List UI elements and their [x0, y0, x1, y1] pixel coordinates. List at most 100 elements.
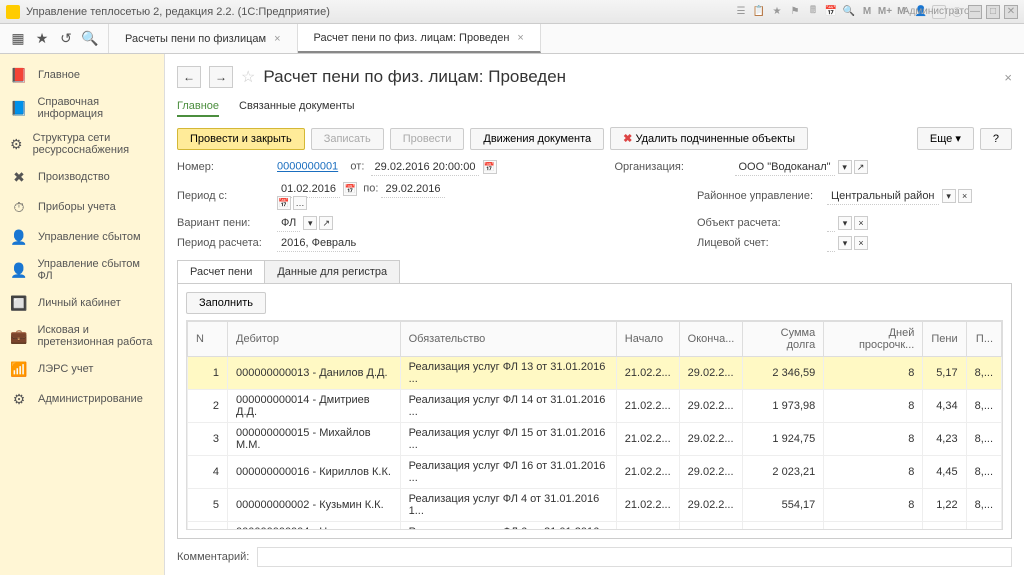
- district-field[interactable]: Центральный район: [827, 188, 939, 205]
- period-from-field[interactable]: 01.02.2016: [277, 181, 340, 198]
- table-cell: 1 869,30: [743, 522, 824, 531]
- search-icon[interactable]: 🔍: [78, 27, 102, 51]
- open-icon[interactable]: ↗: [319, 216, 333, 230]
- forward-button[interactable]: →: [209, 66, 233, 88]
- help-button[interactable]: ?: [980, 128, 1012, 150]
- column-header[interactable]: Пени: [923, 322, 966, 357]
- open-icon[interactable]: ↗: [854, 160, 868, 174]
- table-row[interactable]: 6000000000004 - Николаев Н.Н.Реализация …: [188, 522, 1002, 531]
- calc-period-label: Период расчета:: [177, 237, 267, 249]
- dropdown-icon[interactable]: ▾: [838, 160, 852, 174]
- mini-tab-calculation[interactable]: Расчет пени: [177, 260, 265, 283]
- column-header[interactable]: Дней просрочк...: [824, 322, 923, 357]
- table-row[interactable]: 5000000000002 - Кузьмин К.К.Реализация у…: [188, 489, 1002, 522]
- clear-icon[interactable]: ×: [854, 216, 868, 230]
- tool-icon[interactable]: ⚑: [788, 5, 802, 19]
- sidebar-item-network[interactable]: ⚙Структура сети ресурсоснабжения: [0, 126, 164, 162]
- table-cell: 21.02.2...: [616, 456, 679, 489]
- tab-calculation-doc[interactable]: Расчет пени по физ. лицам: Проведен ×: [298, 24, 541, 53]
- obj-label: Объект расчета:: [697, 217, 817, 229]
- column-header[interactable]: Начало: [616, 322, 679, 357]
- m-indicator[interactable]: M: [860, 5, 874, 19]
- tool-icon[interactable]: 🔍: [842, 5, 856, 19]
- save-button[interactable]: Записать: [311, 128, 384, 150]
- date-field[interactable]: 29.02.2016 20:00:00: [371, 159, 480, 176]
- user-label[interactable]: Администратор: [932, 5, 946, 19]
- dropdown-icon[interactable]: ▾: [838, 216, 852, 230]
- comment-input[interactable]: [257, 547, 1012, 567]
- table-row[interactable]: 1000000000013 - Данилов Д.Д.Реализация у…: [188, 357, 1002, 390]
- sidebar-item-sales[interactable]: 👤Управление сбытом: [0, 222, 164, 252]
- tool-icon[interactable]: ☰: [734, 5, 748, 19]
- column-header[interactable]: Обязательство: [400, 322, 616, 357]
- fill-button[interactable]: Заполнить: [186, 292, 266, 314]
- titlebar-tools: ☰ 📋 ★ ⚑ 🖩 📅 🔍 M M+ M- 👤 Администратор ⓘ …: [734, 5, 1018, 19]
- delete-subordinate-button[interactable]: ✖ Удалить подчиненные объекты: [610, 127, 808, 150]
- subtab-linked-docs[interactable]: Связанные документы: [239, 100, 355, 117]
- calendar-icon[interactable]: 📅: [277, 196, 291, 210]
- calendar-icon[interactable]: 📅: [483, 160, 497, 174]
- apps-icon[interactable]: ▦: [6, 27, 30, 51]
- close-icon[interactable]: ×: [517, 32, 523, 44]
- tool-icon[interactable]: 🖩: [806, 5, 820, 19]
- calc-period-field[interactable]: 2016, Февраль: [277, 235, 360, 252]
- column-header[interactable]: N: [188, 322, 228, 357]
- cabinet-icon: 🔲: [10, 294, 28, 312]
- button-label: Удалить подчиненные объекты: [635, 133, 795, 145]
- column-header[interactable]: П...: [966, 322, 1001, 357]
- close-icon[interactable]: ×: [1004, 70, 1012, 85]
- variant-field[interactable]: ФЛ: [277, 215, 300, 232]
- favorite-star-icon[interactable]: ☆: [241, 67, 255, 87]
- dropdown-icon[interactable]: ▾: [942, 189, 956, 203]
- column-header[interactable]: Дебитор: [228, 322, 401, 357]
- movements-button[interactable]: Движения документа: [470, 128, 604, 150]
- tool-icon[interactable]: ★: [770, 5, 784, 19]
- sidebar-item-meters[interactable]: ⏱Приборы учета: [0, 192, 164, 222]
- sidebar-item-reference[interactable]: 📘Справочная информация: [0, 90, 164, 126]
- period-to-field[interactable]: 29.02.2016: [381, 181, 444, 198]
- more-button[interactable]: Еще ▾: [917, 127, 974, 150]
- sidebar-item-admin[interactable]: ⚙Администрирование: [0, 384, 164, 414]
- close-button[interactable]: ✕: [1004, 5, 1018, 19]
- mini-tab-register-data[interactable]: Данные для регистра: [264, 260, 400, 283]
- account-field[interactable]: [827, 235, 835, 252]
- info-icon[interactable]: ⓘ: [950, 5, 964, 19]
- close-icon[interactable]: ×: [274, 33, 280, 45]
- period-picker-icon[interactable]: …: [293, 196, 307, 210]
- sidebar-item-cabinet[interactable]: 🔲Личный кабинет: [0, 288, 164, 318]
- column-header[interactable]: Сумма долга: [743, 322, 824, 357]
- sidebar-item-lers[interactable]: 📶ЛЭРС учет: [0, 354, 164, 384]
- organization-field[interactable]: ООО "Водоканал": [735, 159, 835, 176]
- tool-icon[interactable]: 📅: [824, 5, 838, 19]
- object-field[interactable]: [827, 215, 835, 232]
- minimize-button[interactable]: —: [968, 5, 982, 19]
- subtab-main[interactable]: Главное: [177, 100, 219, 117]
- dropdown-icon[interactable]: ▾: [838, 236, 852, 250]
- table-row[interactable]: 4000000000016 - Кириллов К.К.Реализация …: [188, 456, 1002, 489]
- sidebar-item-label: Структура сети ресурсоснабжения: [33, 132, 154, 156]
- from-label: от:: [350, 161, 364, 173]
- number-value[interactable]: 0000000001: [277, 161, 338, 173]
- table-cell: 4,23: [923, 423, 966, 456]
- clear-icon[interactable]: ×: [854, 236, 868, 250]
- sidebar-item-claims[interactable]: 💼Исковая и претензионная работа: [0, 318, 164, 354]
- table-row[interactable]: 2000000000014 - Дмитриев Д.Д.Реализация …: [188, 390, 1002, 423]
- post-button[interactable]: Провести: [390, 128, 465, 150]
- favorite-icon[interactable]: ★: [30, 27, 54, 51]
- maximize-button[interactable]: □: [986, 5, 1000, 19]
- m-plus-indicator[interactable]: M+: [878, 5, 892, 19]
- table-row[interactable]: 3000000000015 - Михайлов М.М.Реализация …: [188, 423, 1002, 456]
- sidebar-item-sales-fl[interactable]: 👤Управление сбытом ФЛ: [0, 252, 164, 288]
- tab-calculations-list[interactable]: Расчеты пени по физлицам ×: [109, 24, 298, 53]
- calendar-icon[interactable]: 📅: [343, 182, 357, 196]
- sidebar-item-production[interactable]: ✖Производство: [0, 162, 164, 192]
- history-icon[interactable]: ↺: [54, 27, 78, 51]
- tool-icon[interactable]: 📋: [752, 5, 766, 19]
- dropdown-icon[interactable]: ▾: [303, 216, 317, 230]
- sidebar-item-main[interactable]: 📕Главное: [0, 60, 164, 90]
- calculation-table[interactable]: NДебиторОбязательствоНачалоОконча...Сумм…: [186, 320, 1003, 530]
- clear-icon[interactable]: ×: [958, 189, 972, 203]
- post-and-close-button[interactable]: Провести и закрыть: [177, 128, 305, 150]
- column-header[interactable]: Оконча...: [679, 322, 743, 357]
- back-button[interactable]: ←: [177, 66, 201, 88]
